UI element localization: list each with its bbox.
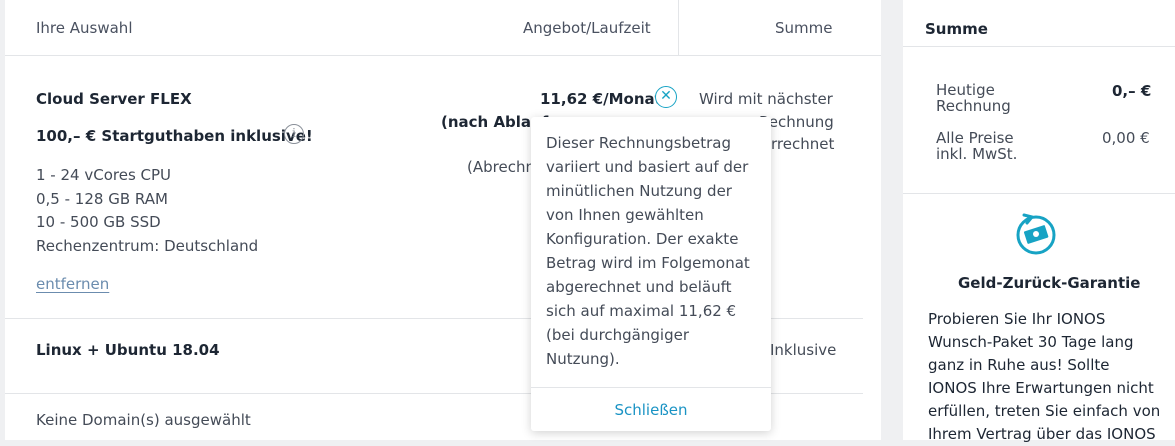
tooltip-line: Betrag wird im Folgemonat: [546, 254, 750, 272]
tooltip-line: Dieser Rechnungsbetrag: [546, 134, 732, 152]
header-separator: [5, 55, 881, 56]
feature-ssd: 10 - 500 GB SSD: [36, 213, 161, 231]
header-total: Summe: [775, 19, 833, 37]
header-divider: [678, 0, 679, 56]
header-selection: Ihre Auswahl: [36, 19, 133, 37]
product-total-line-1: Wird mit nächster: [699, 90, 833, 108]
guarantee-title: Geld-Zurück-Garantie: [958, 274, 1141, 292]
summary-title: Summe: [925, 20, 988, 38]
tooltip-line: minütlichen Nutzung der: [546, 182, 732, 200]
guarantee-line: erfüllen, treten Sie einfach von: [928, 402, 1161, 420]
feature-cpu: 1 - 24 vCores CPU: [36, 166, 172, 184]
guarantee-line: IONOS Ihre Erwartungen nicht: [928, 379, 1154, 397]
money-back-icon: [1016, 213, 1056, 255]
tooltip-line: Nutzung).: [546, 350, 620, 368]
today-value: 0,– €: [1112, 82, 1152, 100]
tooltip-line: (bei durchgängiger: [546, 326, 689, 344]
os-name: Linux + Ubuntu 18.04: [36, 341, 220, 359]
feature-ram: 0,5 - 128 GB RAM: [36, 190, 168, 208]
tooltip-line: von Ihnen gewählten: [546, 206, 704, 224]
prices-value: 0,00 €: [1102, 129, 1150, 147]
tooltip-line: sich auf maximal 11,62 €: [546, 302, 737, 320]
tooltip-divider: [531, 387, 771, 388]
remove-link[interactable]: entfernen: [36, 275, 109, 293]
tooltip-line: abgerechnet und beläuft: [546, 278, 732, 296]
info-icon[interactable]: i: [284, 124, 304, 144]
header-offer: Angebot/Laufzeit: [523, 19, 651, 37]
domain-text: Keine Domain(s) ausgewählt: [36, 411, 251, 429]
prices-label-2: inkl. MwSt.: [936, 145, 1018, 163]
today-label-2: Rechnung: [936, 97, 1011, 115]
today-label-1: Heutige: [936, 81, 995, 99]
product-promo: 100,– € Startguthaben inklusive!: [36, 127, 313, 145]
billing-note: (Abrechn: [467, 158, 535, 176]
feature-datacenter: Rechenzentrum: Deutschland: [36, 237, 259, 255]
guarantee-line: Probieren Sie Ihr IONOS: [928, 310, 1106, 328]
tooltip-line: Konfiguration. Der exakte: [546, 230, 739, 248]
os-total: Inklusive: [770, 341, 837, 359]
prices-label-1: Alle Preise: [936, 129, 1014, 147]
guarantee-line: ganz in Ruhe aus! Sollte: [928, 356, 1110, 374]
billing-tooltip: Dieser Rechnungsbetrag variiert und basi…: [531, 117, 771, 431]
product-name: Cloud Server FLEX: [36, 90, 192, 108]
tooltip-text: Dieser Rechnungsbetrag variiert und basi…: [546, 131, 761, 371]
summary-separator: [903, 193, 1175, 194]
tooltip-line: variiert und basiert auf der: [546, 158, 749, 176]
summary-panel: Summe Heutige Rechnung 0,– € Alle Preise…: [903, 0, 1175, 443]
guarantee-line: Wunsch-Paket 30 Tage lang: [928, 333, 1134, 351]
summary-title-separator: [903, 46, 1175, 47]
product-total-line-3: rrechnet: [771, 135, 835, 153]
product-price: 11,62 €/Monat: [540, 90, 662, 108]
guarantee-text: Probieren Sie Ihr IONOS Wunsch-Paket 30 …: [928, 308, 1163, 446]
close-circle-icon[interactable]: ✕: [655, 86, 677, 108]
guarantee-line: Ihrem Vertrag über das IONOS: [928, 425, 1156, 443]
tooltip-close-button[interactable]: Schließen: [531, 401, 771, 419]
